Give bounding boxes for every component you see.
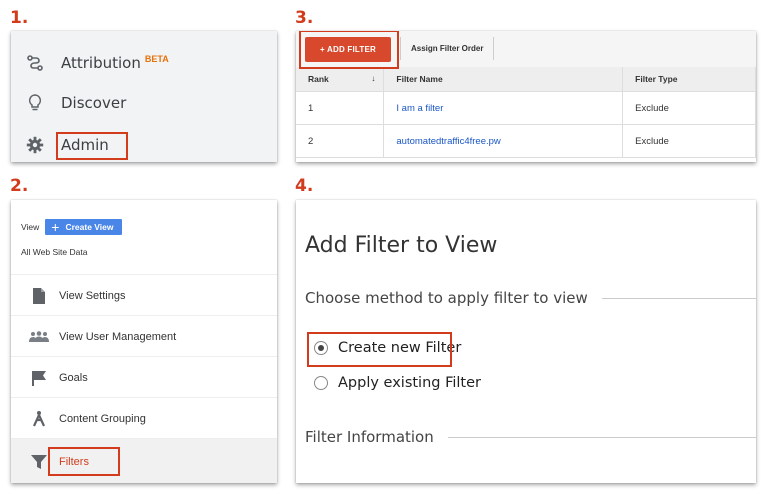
gear-icon	[25, 135, 45, 155]
lightbulb-icon	[25, 93, 45, 113]
nav-item-attribution[interactable]: Attribution BETA	[11, 43, 277, 83]
divider	[447, 436, 756, 438]
menu-item-goals[interactable]: Goals	[11, 356, 277, 398]
users-icon	[29, 327, 49, 347]
sort-arrow-icon: ↓	[371, 74, 376, 83]
add-filter-highlight-box	[299, 31, 399, 69]
row-filter-type: Exclude	[622, 91, 756, 125]
table-row: 2 automatedtraffic4free.pw Exclude	[296, 124, 756, 158]
view-admin-panel: View + Create View All Web Site Data View…	[11, 200, 277, 483]
nav-item-discover[interactable]: Discover	[11, 83, 277, 123]
table-header-row: Rank ↓ Filter Name Filter Type	[296, 67, 756, 92]
filters-list-panel: + ADD FILTER Assign Filter Order Rank ↓ F…	[296, 31, 756, 162]
plus-icon: +	[51, 219, 60, 235]
admin-highlight-box	[56, 132, 128, 160]
option-apply-existing-filter[interactable]: Apply existing Filter	[314, 375, 481, 391]
option-label: Apply existing Filter	[338, 375, 482, 391]
menu-item-view-settings[interactable]: View Settings	[11, 274, 277, 316]
radio-unselected-icon[interactable]	[314, 376, 328, 390]
filter-information-heading: Filter Information	[305, 428, 756, 446]
filters-table: Rank ↓ Filter Name Filter Type 1 I am a f…	[296, 67, 756, 158]
add-filter-form-panel: Add Filter to View Choose method to appl…	[296, 200, 756, 483]
filter-name-link[interactable]: automatedtraffic4free.pw	[383, 124, 624, 158]
row-rank: 1	[296, 91, 385, 125]
step-4-label: 4.	[295, 176, 314, 196]
page-title: Add Filter to View	[305, 233, 498, 258]
column-header-filter-type[interactable]: Filter Type	[622, 67, 756, 92]
create-new-filter-highlight-box	[307, 332, 452, 367]
menu-item-content-grouping[interactable]: Content Grouping	[11, 397, 277, 439]
filter-icon	[29, 452, 49, 472]
column-header-filter-name[interactable]: Filter Name	[383, 67, 624, 92]
step-1-label: 1.	[10, 8, 29, 28]
nav-label-discover: Discover	[61, 94, 127, 112]
view-name[interactable]: All Web Site Data	[21, 247, 87, 257]
column-header-rank[interactable]: Rank ↓	[296, 67, 385, 92]
menu-label: View Settings	[59, 289, 126, 302]
create-view-button[interactable]: + Create View	[45, 219, 122, 235]
row-filter-type: Exclude	[622, 124, 756, 158]
nav-label-attribution: Attribution BETA	[61, 54, 169, 72]
row-rank: 2	[296, 124, 385, 158]
nav-item-admin[interactable]: Admin	[11, 125, 277, 162]
attribution-icon	[25, 53, 45, 73]
admin-nav-panel: Attribution BETA Discover Admin	[11, 31, 277, 162]
menu-label: View User Management	[59, 330, 177, 343]
divider	[601, 297, 756, 299]
view-selector: View + Create View	[21, 219, 122, 235]
menu-label: Content Grouping	[59, 412, 146, 425]
menu-label: Goals	[59, 371, 88, 384]
step-3-label: 3.	[295, 8, 314, 28]
filters-highlight-box	[48, 447, 120, 476]
assign-filter-order-button[interactable]: Assign Filter Order	[400, 37, 495, 60]
beta-badge: BETA	[144, 54, 169, 64]
menu-item-view-user-management[interactable]: View User Management	[11, 315, 277, 357]
person-walk-icon	[29, 409, 49, 429]
view-label: View	[21, 222, 40, 232]
filter-name-link[interactable]: I am a filter	[383, 91, 624, 125]
document-icon	[29, 286, 49, 306]
method-section-heading: Choose method to apply filter to view	[305, 289, 756, 307]
step-2-label: 2.	[10, 176, 29, 196]
flag-icon	[29, 368, 49, 388]
table-row: 1 I am a filter Exclude	[296, 91, 756, 125]
